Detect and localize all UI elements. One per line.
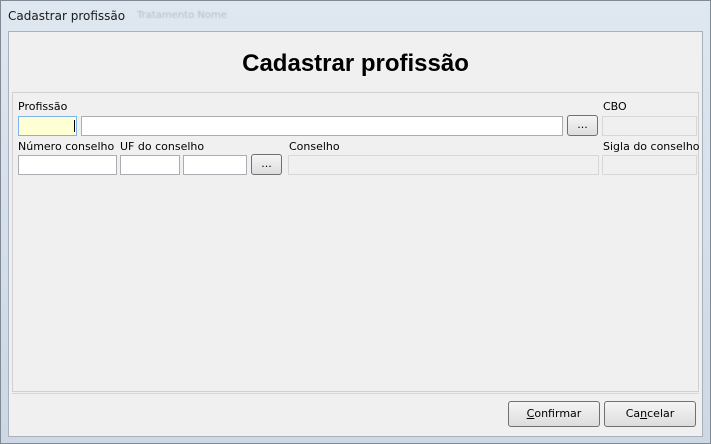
- background-window-title: Tratamento Nome: [137, 10, 227, 21]
- uf-lookup-button[interactable]: ...: [251, 154, 282, 175]
- profissao-label: Profissão: [18, 100, 68, 113]
- dialog-client-area: Cadastrar profissão Profissão CBO ... Nú…: [8, 31, 703, 437]
- sigla-conselho-field: [602, 155, 697, 175]
- form-panel: Profissão CBO ... Número conselho UF do …: [12, 92, 700, 392]
- uf-conselho-label: UF do conselho: [120, 140, 205, 153]
- confirmar-button[interactable]: Confirmar: [508, 401, 600, 427]
- sigla-conselho-label: Sigla do conselho: [603, 140, 700, 153]
- title-bar[interactable]: Cadastrar profissão Tratamento Nome: [1, 1, 710, 29]
- window-title: Cadastrar profissão: [8, 9, 126, 23]
- page-title: Cadastrar profissão: [242, 50, 469, 77]
- cbo-label: CBO: [603, 100, 627, 113]
- confirmar-label: onfirmar: [534, 407, 582, 420]
- dialog-window: Cadastrar profissão Tratamento Nome Cada…: [0, 0, 711, 444]
- text-caret: [74, 120, 75, 132]
- conselho-field: [288, 155, 599, 175]
- numero-conselho-input[interactable]: [18, 155, 117, 175]
- uf-name-input[interactable]: [183, 155, 247, 175]
- cbo-field: [602, 116, 697, 136]
- cancelar-label-start: Ca: [625, 407, 641, 420]
- profissao-name-input[interactable]: [81, 116, 563, 136]
- uf-code-input[interactable]: [120, 155, 180, 175]
- profissao-code-input[interactable]: [18, 116, 77, 136]
- cancelar-button[interactable]: Cancelar: [604, 401, 696, 427]
- footer-divider: [12, 393, 699, 394]
- numero-conselho-label: Número conselho: [18, 140, 115, 153]
- cancelar-label-end: celar: [647, 407, 675, 420]
- conselho-label: Conselho: [289, 140, 340, 153]
- profissao-lookup-button[interactable]: ...: [567, 115, 598, 136]
